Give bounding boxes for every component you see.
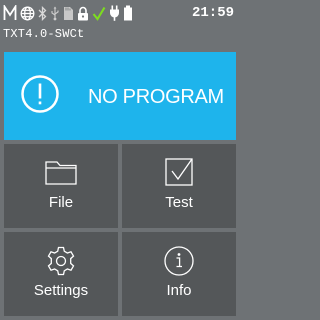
bluetooth-icon <box>38 5 47 21</box>
info-button[interactable]: Info <box>122 232 236 316</box>
status-icons <box>3 4 133 22</box>
device-name: TXT4.0-SWCt <box>3 27 85 41</box>
test-label: Test <box>165 194 193 211</box>
info-label: Info <box>166 282 192 299</box>
file-label: File <box>48 194 74 211</box>
battery-icon <box>123 5 133 21</box>
globe-icon <box>20 6 35 21</box>
program-banner[interactable]: NO PROGRAM <box>4 52 236 140</box>
settings-button[interactable]: Settings <box>4 232 118 316</box>
settings-label: Settings <box>33 282 89 299</box>
program-status: NO PROGRAM <box>88 86 224 108</box>
check-icon <box>92 6 106 21</box>
sd-card-icon <box>63 6 74 21</box>
test-button[interactable]: Test <box>122 144 236 228</box>
file-button[interactable]: File <box>4 144 118 228</box>
clock: 21:59 <box>191 5 234 21</box>
alert-icon <box>20 74 60 119</box>
status-bar: 21:59 <box>0 0 240 28</box>
power-plug-icon <box>109 5 120 21</box>
usb-icon <box>50 6 60 21</box>
lock-icon <box>77 6 89 21</box>
motor-m-icon <box>3 5 17 21</box>
